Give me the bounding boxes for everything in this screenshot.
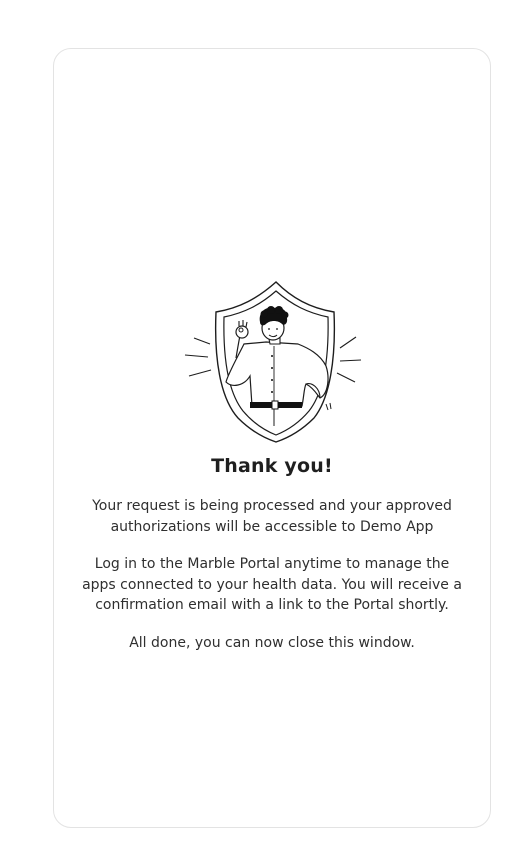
portal-message: Log in to the Marble Portal anytime to m…	[82, 556, 462, 613]
done-message: All done, you can now close this window.	[129, 635, 415, 651]
thank-you-heading: Thank you!	[211, 455, 333, 477]
shield-person-icon	[184, 281, 362, 443]
processing-message: Your request is being processed and your…	[92, 498, 452, 535]
